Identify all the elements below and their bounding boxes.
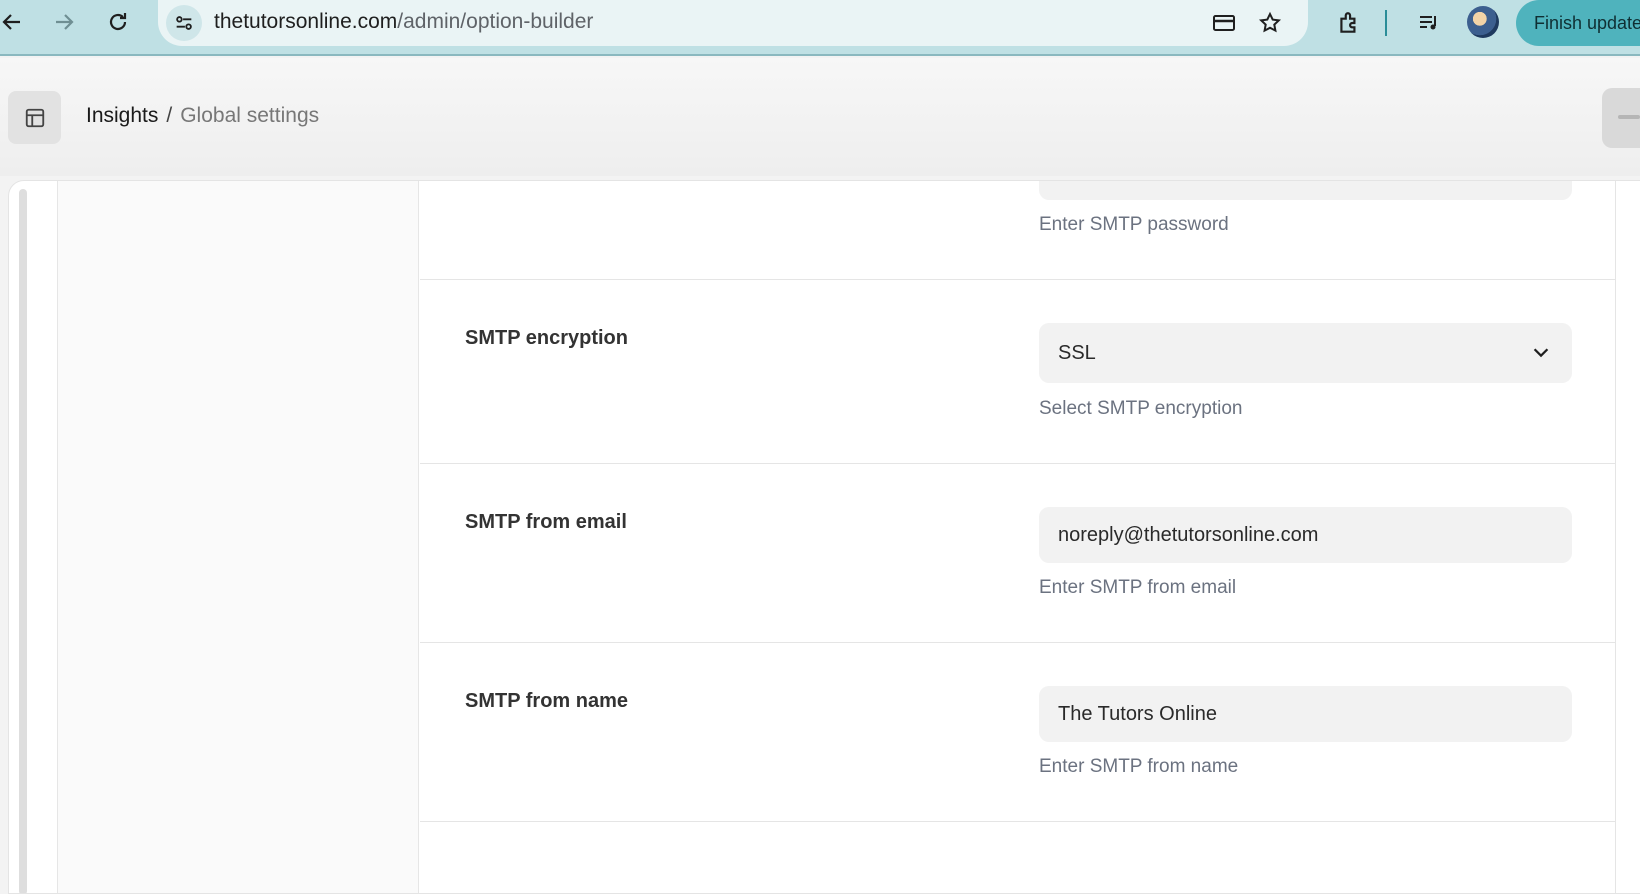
smtp-from-email-label: SMTP from email (465, 511, 627, 533)
app-header: Insights / Global settings (0, 58, 1640, 176)
panel-toggle-button[interactable] (1602, 88, 1640, 148)
finish-update-button[interactable]: Finish update (1516, 0, 1640, 46)
smtp-from-name-row: SMTP from name The Tutors Online Enter S… (420, 643, 1616, 822)
smtp-from-email-hint: Enter SMTP from email (1039, 577, 1237, 598)
card-icon[interactable] (1210, 9, 1238, 37)
profile-avatar[interactable] (1467, 6, 1499, 38)
forward-icon[interactable] (48, 6, 80, 38)
smtp-encryption-label: SMTP encryption (465, 327, 628, 349)
reload-icon[interactable] (102, 6, 134, 38)
url-domain: thetutorsonline.com (214, 10, 398, 33)
smtp-encryption-select[interactable]: SSL (1039, 323, 1572, 383)
breadcrumb-separator: / (166, 104, 173, 127)
browser-toolbar: thetutorsonline.com/admin/option-builder… (0, 0, 1640, 56)
toolbar-divider (1385, 10, 1387, 36)
bookmark-star-icon[interactable] (1256, 9, 1284, 37)
smtp-from-name-hint: Enter SMTP from name (1039, 756, 1239, 777)
back-icon[interactable] (0, 6, 28, 38)
smtp-password-row: Enter SMTP password (420, 181, 1616, 280)
url-path: /admin/option-builder (397, 10, 594, 33)
smtp-encryption-row: SMTP encryption SSL Select SMTP encrypti… (420, 280, 1616, 464)
breadcrumb: Insights / Global settings (86, 104, 319, 128)
settings-sidebar (57, 181, 419, 893)
handle-icon (1618, 115, 1640, 119)
smtp-from-name-value: The Tutors Online (1058, 702, 1217, 725)
next-setting-row (420, 822, 1616, 893)
smtp-from-email-input[interactable]: noreply@thetutorsonline.com (1039, 507, 1572, 563)
smtp-password-field[interactable] (1039, 181, 1572, 200)
smtp-from-name-label: SMTP from name (465, 690, 628, 712)
settings-card: Enter SMTP password SMTP encryption SSL … (8, 180, 1640, 894)
url-text[interactable]: thetutorsonline.com/admin/option-builder (214, 10, 593, 34)
smtp-password-hint: Enter SMTP password (1039, 214, 1229, 235)
smtp-from-email-row: SMTP from email noreply@thetutorsonline.… (420, 464, 1616, 643)
chevron-down-icon (1533, 348, 1549, 358)
smtp-from-name-input[interactable]: The Tutors Online (1039, 686, 1572, 742)
extensions-icon[interactable] (1333, 7, 1365, 39)
smtp-encryption-value: SSL (1058, 341, 1096, 364)
breadcrumb-insights[interactable]: Insights (86, 104, 158, 127)
site-info-icon[interactable] (166, 5, 202, 41)
breadcrumb-current: Global settings (180, 104, 320, 127)
layout-icon (25, 108, 44, 127)
smtp-encryption-hint: Select SMTP encryption (1039, 398, 1243, 419)
smtp-from-email-value: noreply@thetutorsonline.com (1058, 523, 1319, 546)
address-bar[interactable]: thetutorsonline.com/admin/option-builder (158, 0, 1308, 46)
media-controls-icon[interactable] (1413, 7, 1445, 39)
scroll-rail[interactable] (19, 189, 27, 893)
sidebar-toggle-button[interactable] (8, 91, 61, 144)
